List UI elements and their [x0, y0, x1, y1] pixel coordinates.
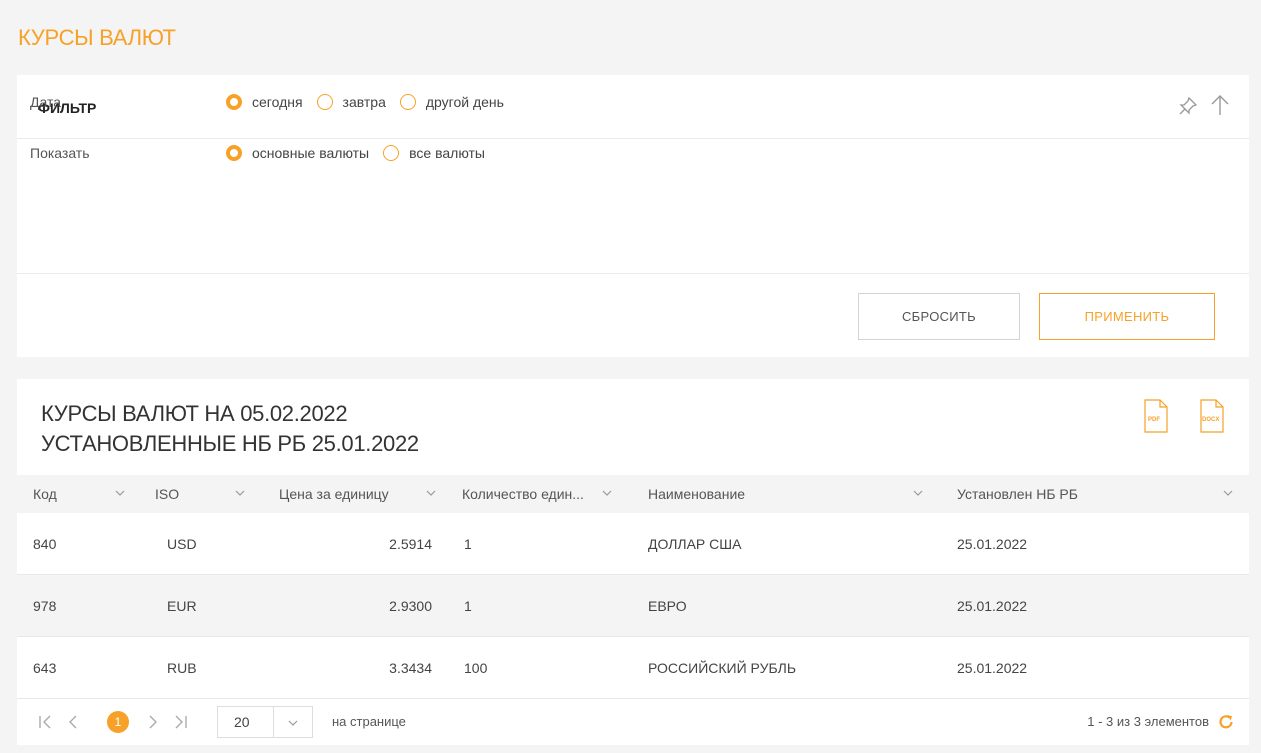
cell-iso: EUR: [167, 598, 197, 614]
collapse-arrow-up-icon[interactable]: [1209, 93, 1231, 117]
cell-code: 840: [33, 536, 57, 552]
per-page-label: на странице: [332, 714, 406, 729]
show-label: Показать: [30, 145, 90, 161]
radio-main-currencies-label: основные валюты: [252, 145, 370, 161]
column-header-price[interactable]: Цена за единицу: [279, 475, 389, 513]
range-info: 1 - 3 из 3 элементов: [1087, 714, 1209, 729]
table-header: Код ISO Цена за единицу Количество един.…: [17, 475, 1249, 513]
radio-today-circle[interactable]: [226, 94, 242, 110]
table-row[interactable]: 978 EUR 2.9300 1 ЕВРО 25.01.2022: [17, 575, 1249, 637]
cell-set-date: 25.01.2022: [957, 536, 1028, 552]
cell-iso: RUB: [167, 660, 197, 676]
column-header-set-by-nbrb[interactable]: Установлен НБ РБ: [957, 475, 1078, 513]
column-header-iso-label: ISO: [155, 486, 180, 502]
pin-icon[interactable]: [1177, 95, 1199, 117]
column-header-name-label: Наименование: [648, 486, 746, 502]
column-header-code-label: Код: [33, 486, 57, 502]
column-header-quantity-label: Количество един...: [462, 486, 584, 502]
cell-quantity: 1: [464, 598, 472, 614]
cell-code: 643: [33, 660, 57, 676]
last-page-icon[interactable]: [171, 712, 191, 732]
refresh-icon[interactable]: [1217, 713, 1235, 731]
radio-tomorrow[interactable]: завтра: [316, 94, 386, 110]
chevron-down-icon[interactable]: [288, 718, 298, 728]
svg-text:PDF: PDF: [1148, 417, 1160, 423]
chevron-down-icon[interactable]: [115, 488, 125, 498]
chevron-down-icon[interactable]: [1223, 488, 1233, 498]
pager: 1 20 на странице 1 - 3 из 3 элементов: [17, 699, 1249, 745]
cell-iso: USD: [167, 536, 197, 552]
table-row[interactable]: 643 RUB 3.3434 100 РОССИЙСКИЙ РУБЛЬ 25.0…: [17, 637, 1249, 699]
column-header-name[interactable]: Наименование: [648, 475, 745, 513]
radio-today[interactable]: сегодня: [226, 94, 303, 110]
rates-title-date: КУРСЫ ВАЛЮТ НА 05.02.2022: [41, 401, 348, 426]
apply-button[interactable]: ПРИМЕНИТЬ: [1039, 293, 1215, 340]
radio-all-currencies-label: все валюты: [409, 145, 485, 161]
radio-tomorrow-label: завтра: [342, 94, 386, 110]
radio-other-day[interactable]: другой день: [399, 94, 504, 110]
table-row[interactable]: 840 USD 2.5914 1 ДОЛЛАР США 25.01.2022: [17, 513, 1249, 575]
cell-name: РОССИЙСКИЙ РУБЛЬ: [648, 660, 797, 676]
date-label: Дата: [30, 94, 62, 110]
chevron-down-icon[interactable]: [235, 488, 245, 498]
pdf-icon[interactable]: PDF: [1143, 399, 1169, 433]
chevron-down-icon[interactable]: [913, 488, 923, 498]
cell-price: 3.3434: [389, 660, 432, 676]
cell-name: ЕВРО: [648, 598, 687, 614]
column-header-set-by-nbrb-label: Установлен НБ РБ: [957, 486, 1078, 502]
rates-title: КУРСЫ ВАЛЮТ НА 05.02.2022 УСТАНОВЛЕННЫЕ …: [41, 399, 419, 459]
date-filter-row: Дата сегодня завтра другой день: [30, 92, 518, 112]
cell-code: 978: [33, 598, 57, 614]
cell-quantity: 1: [464, 536, 472, 552]
radio-main-currencies-circle[interactable]: [226, 145, 242, 161]
current-page-button[interactable]: 1: [107, 711, 129, 733]
rates-panel: КУРСЫ ВАЛЮТ НА 05.02.2022 УСТАНОВЛЕННЫЕ …: [17, 379, 1249, 745]
cell-price: 2.5914: [389, 536, 432, 552]
next-page-icon[interactable]: [143, 712, 163, 732]
cell-quantity: 100: [464, 660, 488, 676]
page-size-select[interactable]: 20: [217, 706, 313, 738]
radio-all-currencies-circle[interactable]: [383, 145, 400, 161]
cell-set-date: 25.01.2022: [957, 660, 1028, 676]
column-header-price-label: Цена за единицу: [279, 486, 389, 502]
page-size-dropdown[interactable]: [274, 707, 312, 737]
column-header-iso[interactable]: ISO: [155, 475, 179, 513]
page-size-value: 20: [218, 707, 274, 737]
radio-other-day-label: другой день: [425, 94, 504, 110]
first-page-icon[interactable]: [35, 712, 55, 732]
cell-price: 2.9300: [389, 598, 432, 614]
show-filter-row: Показать основные валюты все валюты: [30, 143, 499, 163]
cell-set-date: 25.01.2022: [957, 598, 1028, 614]
radio-tomorrow-circle[interactable]: [316, 94, 333, 110]
docx-icon[interactable]: DOCX: [1199, 399, 1225, 433]
column-header-quantity[interactable]: Количество един...: [462, 475, 584, 513]
radio-all-currencies[interactable]: все валюты: [383, 145, 485, 161]
chevron-down-icon[interactable]: [426, 488, 436, 498]
radio-other-day-circle[interactable]: [399, 94, 416, 110]
radio-today-label: сегодня: [252, 94, 303, 110]
chevron-down-icon[interactable]: [602, 488, 612, 498]
page-title: КУРСЫ ВАЛЮТ: [18, 25, 176, 50]
reset-button[interactable]: СБРОСИТЬ: [858, 293, 1020, 340]
prev-page-icon[interactable]: [63, 712, 83, 732]
column-header-code[interactable]: Код: [33, 475, 57, 513]
svg-text:DOCX: DOCX: [1202, 417, 1219, 423]
rates-title-set-date: УСТАНОВЛЕННЫЕ НБ РБ 25.01.2022: [41, 431, 419, 456]
radio-main-currencies[interactable]: основные валюты: [226, 145, 369, 161]
cell-name: ДОЛЛАР США: [648, 536, 742, 552]
